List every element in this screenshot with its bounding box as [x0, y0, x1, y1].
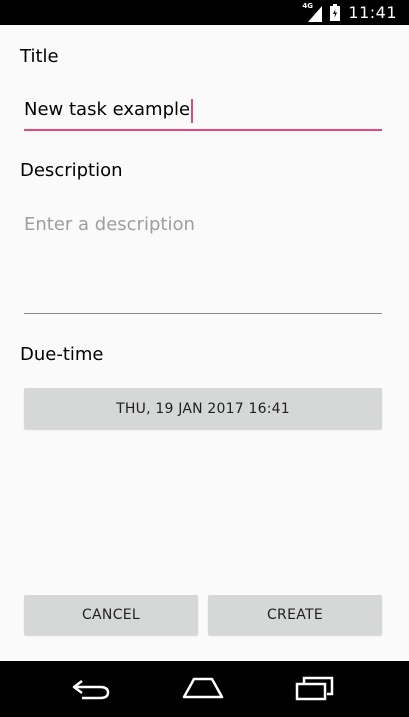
description-input[interactable]: Enter a description [24, 214, 382, 314]
cancel-button-label: CANCEL [81, 607, 141, 623]
text-cursor [191, 99, 194, 123]
signal-icon [308, 5, 323, 22]
description-label: Description [20, 160, 123, 181]
network-indicator: 4G [302, 2, 326, 22]
due-time-label: Due-time [20, 344, 104, 365]
create-button[interactable]: CREATE [208, 595, 382, 635]
navigation-bar [0, 661, 409, 717]
home-icon[interactable] [180, 675, 226, 703]
back-icon[interactable] [68, 675, 112, 703]
title-input-value: New task example [24, 99, 191, 120]
cancel-button[interactable]: CANCEL [24, 595, 198, 635]
title-input[interactable]: New task example [24, 99, 382, 131]
status-clock: 11:41 [348, 3, 397, 22]
battery-icon [330, 4, 341, 21]
create-button-label: CREATE [266, 607, 324, 623]
status-bar: 4G 11:41 [0, 0, 409, 25]
due-time-value: THU, 19 JAN 2017 16:41 [116, 400, 290, 417]
title-label: Title [20, 46, 59, 67]
due-time-button[interactable]: THU, 19 JAN 2017 16:41 [24, 388, 382, 429]
recents-icon[interactable] [294, 675, 334, 703]
description-placeholder: Enter a description [24, 214, 195, 235]
